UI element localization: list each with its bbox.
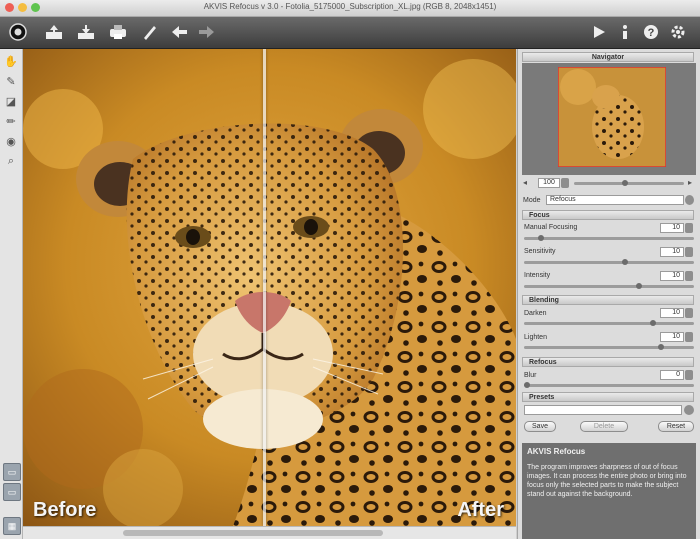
info-icon[interactable] [613,20,637,44]
focus-param-label-2: Intensity [524,272,551,279]
zoom-field[interactable]: 100 [538,178,560,188]
brush-icon[interactable] [138,20,162,44]
focus-section-header: Focus [522,210,694,220]
focus-param-slider-0[interactable] [524,237,694,240]
jaguar-photo [23,49,516,526]
refocus-param-knob-0[interactable] [524,382,530,388]
svg-text:?: ? [648,27,655,39]
refocus-section-header: Refocus [522,357,694,367]
window-title: AKVIS Refocus v 3.0 - Fotolia_5175000_Su… [203,2,497,11]
focus-param-knob-1[interactable] [622,259,628,265]
view-before-icon[interactable]: ▭ [3,463,21,481]
run-icon[interactable] [587,20,611,44]
main-toolbar: ? [0,17,700,49]
blending-param-stepper-1[interactable] [685,332,693,342]
mode-dropdown-icon[interactable] [685,195,694,205]
zoom-in-icon[interactable]: ▸ [688,178,692,187]
help-text: The program improves sharpness of out of… [527,464,687,498]
blending-param-stepper-0[interactable] [685,308,693,318]
home-icon[interactable] [6,20,30,44]
redo-icon[interactable] [194,20,218,44]
preset-save-button[interactable]: Save [524,421,556,432]
blending-section-header: Blending [522,295,694,305]
refocus-param-value-0[interactable]: 0 [660,370,684,380]
pencil-icon[interactable]: ✏ [3,113,19,129]
navigator-header: Navigator [522,52,694,62]
refocus-param-stepper-0[interactable] [685,370,693,380]
after-label: After [457,499,504,521]
refocus-param-label-0: Blur [524,372,537,379]
left-toolbar: ✋ ✎ ◪ ✏ ◉ ⌕ ▭ ▭ ▦ [0,49,23,539]
mode-label: Mode [523,197,541,204]
help-title: AKVIS Refocus [527,447,586,456]
zoom-stepper[interactable] [561,178,569,188]
presets-dropdown-icon[interactable] [684,405,694,415]
help-box: AKVIS Refocus The program improves sharp… [522,443,696,539]
blending-param-label-0: Darken [524,310,547,317]
preset-reset-button[interactable]: Reset [658,421,694,432]
focus-param-label-1: Sensitivity [524,248,556,255]
focus-param-value-2[interactable]: 10 [660,271,684,281]
settings-icon[interactable] [666,20,690,44]
focus-param-stepper-1[interactable] [685,247,693,257]
navigator-thumbnail [558,67,666,167]
focus-param-stepper-2[interactable] [685,271,693,281]
settings-panel: Navigator 100 ◂ ▸ Mode Refocus Focus Man… [517,49,700,539]
hand-icon[interactable]: ✋ [3,53,19,69]
blending-param-label-1: Lighten [524,334,547,341]
open-icon[interactable] [42,20,66,44]
presets-select[interactable] [524,405,682,415]
zoom-icon[interactable]: ⌕ [3,153,19,169]
blending-param-slider-0[interactable] [524,322,694,325]
focus-param-label-0: Manual Focusing [524,224,578,231]
split-divider[interactable] [263,49,266,526]
blending-param-knob-0[interactable] [650,320,656,326]
title-bar: AKVIS Refocus v 3.0 - Fotolia_5175000_Su… [0,0,700,17]
navigator-preview[interactable] [522,63,696,175]
before-label: Before [33,499,97,521]
preset-delete-button[interactable]: Delete [580,421,628,432]
bucket-icon[interactable]: ◉ [3,133,19,149]
presets-section-header: Presets [522,392,694,402]
undo-icon[interactable] [168,20,192,44]
help-icon[interactable]: ? [639,20,663,44]
save-icon[interactable] [74,20,98,44]
focus-param-value-1[interactable]: 10 [660,247,684,257]
focus-param-knob-0[interactable] [538,235,544,241]
zoom-slider-knob[interactable] [622,180,628,186]
mode-select[interactable]: Refocus [546,195,684,205]
zoom-out-icon[interactable]: ◂ [523,178,527,187]
refocus-param-slider-0[interactable] [524,384,694,387]
focus-param-stepper-0[interactable] [685,223,693,233]
focus-param-slider-2[interactable] [524,285,694,288]
blending-param-value-0[interactable]: 10 [660,308,684,318]
blending-param-value-1[interactable]: 10 [660,332,684,342]
pen-icon[interactable]: ✎ [3,73,19,89]
focus-param-knob-2[interactable] [636,283,642,289]
view-after-icon[interactable]: ▭ [3,483,21,501]
blending-param-knob-1[interactable] [658,344,664,350]
view-split-icon[interactable]: ▦ [3,517,21,535]
eraser-icon[interactable]: ◪ [3,93,19,109]
focus-param-slider-1[interactable] [524,261,694,264]
print-icon[interactable] [106,20,130,44]
scroll-thumb[interactable] [123,530,383,536]
horizontal-scrollbar[interactable] [23,526,516,539]
image-canvas[interactable]: Before After [23,49,516,526]
blending-param-slider-1[interactable] [524,346,694,349]
zoom-slider[interactable] [574,182,684,185]
focus-param-value-0[interactable]: 10 [660,223,684,233]
app-window: AKVIS Refocus v 3.0 - Fotolia_5175000_Su… [0,0,700,539]
